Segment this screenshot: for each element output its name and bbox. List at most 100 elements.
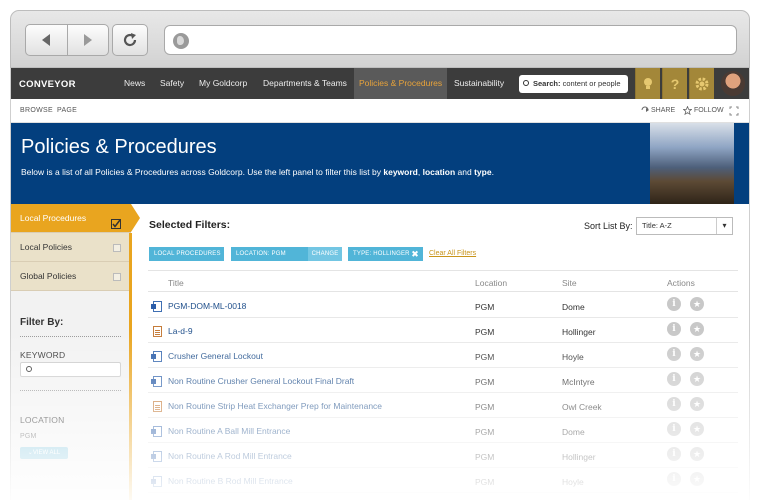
page-description: Below is a list of all Policies & Proced…: [21, 167, 494, 177]
fullscreen-icon: [729, 106, 739, 116]
document-title-link[interactable]: PGM-DOM-ML-0018: [168, 301, 246, 311]
filter-chip-local-procedures[interactable]: LOCAL PROCEDURES: [149, 247, 224, 261]
document-location: PGM: [475, 402, 495, 412]
user-avatar[interactable]: [721, 71, 745, 96]
reload-button[interactable]: [112, 24, 148, 56]
pdf-document-icon: [153, 326, 162, 337]
table-header: Title Location Site Actions: [148, 270, 738, 292]
share-button[interactable]: SHARE: [641, 106, 675, 114]
document-site: Hoyle: [562, 352, 584, 362]
info-icon[interactable]: i: [667, 297, 681, 311]
document-title-link[interactable]: Crusher General Lockout: [168, 351, 263, 361]
nav-news[interactable]: News: [124, 68, 145, 99]
browse-tab[interactable]: BROWSE: [20, 107, 53, 114]
info-icon[interactable]: i: [667, 447, 681, 461]
document-title-link[interactable]: Non Routine Strip Heat Exchanger Prep fo…: [168, 401, 382, 411]
column-title[interactable]: Title: [168, 278, 184, 288]
site-logo[interactable]: CONVEYOR: [19, 79, 76, 90]
sort-select[interactable]: Title: A-Z ▾: [636, 217, 733, 235]
follow-button[interactable]: FOLLOW: [683, 106, 724, 115]
document-site: McIntyre: [562, 377, 595, 387]
sort-value: Title: A-Z: [642, 221, 672, 230]
page-banner: Policies & Procedures Below is a list of…: [11, 123, 749, 204]
browser-toolbar: [10, 10, 750, 68]
favorite-star-icon[interactable]: ★: [690, 472, 704, 486]
back-arrow-icon: [42, 34, 51, 46]
info-icon[interactable]: i: [667, 422, 681, 436]
question-icon[interactable]: ?: [662, 68, 687, 99]
document-location: PGM: [475, 477, 495, 487]
global-search[interactable]: Search: content or people: [519, 75, 628, 93]
ribbon-bar: BROWSE PAGE SHARE FOLLOW: [11, 99, 749, 123]
chevron-down-icon: ▾: [716, 218, 732, 234]
info-icon[interactable]: i: [667, 347, 681, 361]
favorite-star-icon[interactable]: ★: [690, 447, 704, 461]
info-icon[interactable]: i: [667, 372, 681, 386]
tab-local-policies[interactable]: Local Policies: [11, 233, 131, 262]
table-row[interactable]: Non Routine Strip Heat Exchanger Prep fo…: [148, 393, 738, 418]
document-title-link[interactable]: Non Routine A Ball Mill Entrance: [168, 426, 290, 436]
location-value[interactable]: PGM: [20, 433, 37, 440]
change-location-button[interactable]: CHANGE: [308, 247, 342, 261]
share-label: SHARE: [651, 106, 676, 114]
column-actions: Actions: [667, 278, 695, 288]
favorite-star-icon[interactable]: ★: [690, 397, 704, 411]
checkbox-icon: [113, 244, 121, 252]
document-title-link[interactable]: Non Routine Crusher General Lockout Fina…: [168, 376, 354, 386]
view-all-button[interactable]: ⌄VIEW ALL: [20, 447, 68, 459]
table-row[interactable]: Non Routine B Rod Mill Entrance PGM Hoyle i…: [148, 468, 738, 493]
nav-my-goldcorp[interactable]: My Goldcorp: [199, 68, 247, 99]
keyword-label: KEYWORD: [20, 350, 66, 360]
column-site[interactable]: Site: [562, 278, 577, 288]
table-row[interactable]: La-d-9 PGM Hollinger i ★: [148, 318, 738, 343]
history-buttons: [25, 24, 109, 56]
document-site: Hoyle: [562, 477, 584, 487]
nav-sustainability[interactable]: Sustainability: [454, 68, 504, 99]
clear-all-filters-link[interactable]: Clear All Filters: [429, 250, 476, 257]
forward-button[interactable]: [68, 25, 109, 55]
page-title: Policies & Procedures: [21, 136, 217, 158]
document-title-link[interactable]: Non Routine B Rod Mill Entrance: [168, 476, 293, 486]
pdf-document-icon: [153, 401, 162, 412]
address-bar[interactable]: [164, 25, 737, 55]
info-icon[interactable]: i: [667, 397, 681, 411]
nav-policies-procedures[interactable]: Policies & Procedures: [354, 68, 448, 99]
info-icon[interactable]: i: [667, 472, 681, 486]
web-page: CONVEYOR News Safety My Goldcorp Departm…: [10, 68, 750, 500]
focus-content-button[interactable]: [729, 106, 739, 116]
lightbulb-icon[interactable]: [635, 68, 660, 99]
document-title-link[interactable]: La-d-9: [168, 326, 193, 336]
favorite-star-icon[interactable]: ★: [690, 422, 704, 436]
favorite-star-icon[interactable]: ★: [690, 372, 704, 386]
document-site: Dome: [562, 427, 585, 437]
table-row[interactable]: Non Routine A Rod Mill Entrance PGM Hollin…: [148, 443, 738, 468]
gear-icon[interactable]: [689, 68, 714, 99]
nav-departments-teams[interactable]: Departments & Teams: [263, 68, 347, 99]
remove-filter-icon[interactable]: ✖: [411, 247, 419, 261]
back-button[interactable]: [26, 25, 68, 55]
sort-label: Sort List By:: [584, 221, 633, 231]
table-row[interactable]: Crusher General Lockout PGM Hoyle i ★: [148, 343, 738, 368]
favorite-star-icon[interactable]: ★: [690, 347, 704, 361]
tab-label: Local Procedures: [20, 213, 87, 223]
favorite-star-icon[interactable]: ★: [690, 322, 704, 336]
banner-photo: [650, 123, 734, 204]
table-row[interactable]: Non Routine Crusher General Lockout Fina…: [148, 368, 738, 393]
keyword-input[interactable]: [20, 362, 121, 377]
document-title-link[interactable]: Non Routine A Rod Mill Entrance: [168, 451, 292, 461]
filter-chip-location[interactable]: LOCATION: PGM CHANGE: [231, 247, 342, 261]
column-location[interactable]: Location: [475, 278, 507, 288]
info-icon[interactable]: i: [667, 322, 681, 336]
page-tab[interactable]: PAGE: [57, 107, 77, 114]
checkbox-icon: [113, 273, 121, 281]
word-document-icon: [151, 351, 162, 362]
favorite-star-icon[interactable]: ★: [690, 297, 704, 311]
top-navigation: CONVEYOR News Safety My Goldcorp Departm…: [11, 68, 749, 99]
active-tab-stripe: [129, 233, 132, 500]
table-row[interactable]: Non Routine A Ball Mill Entrance PGM Dome i…: [148, 418, 738, 443]
tab-global-policies[interactable]: Global Policies: [11, 262, 131, 291]
nav-safety[interactable]: Safety: [160, 68, 184, 99]
table-row[interactable]: PGM-DOM-ML-0018 PGM Dome i ★: [148, 293, 738, 318]
filter-chip-type[interactable]: TYPE: HOLLINGER ✖: [348, 247, 423, 261]
tab-local-procedures[interactable]: Local Procedures: [11, 204, 140, 233]
